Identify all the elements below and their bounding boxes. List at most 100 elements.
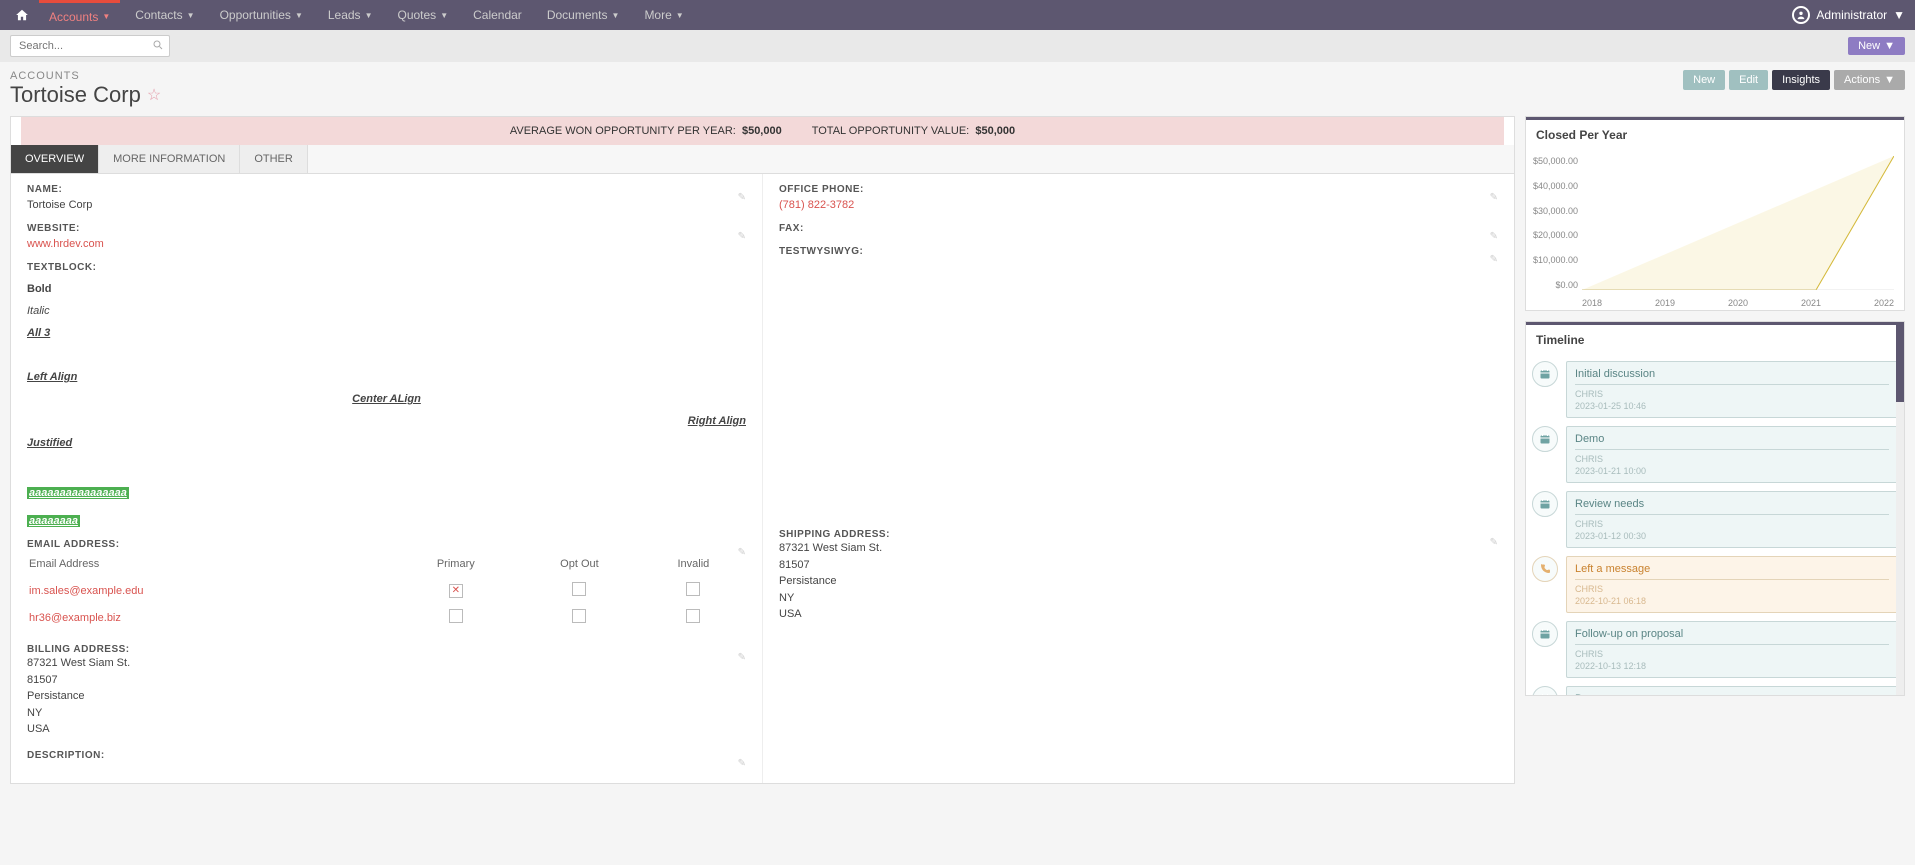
caret-down-icon: ▼ bbox=[102, 12, 110, 21]
email-row: hr36@example.biz bbox=[29, 605, 744, 630]
calendar-icon bbox=[1532, 426, 1558, 452]
address-line: 87321 West Siam St. bbox=[27, 655, 746, 672]
x-tick-label: 2019 bbox=[1655, 298, 1675, 308]
edit-pencil-icon[interactable]: ✎ bbox=[1490, 192, 1498, 203]
edit-pencil-icon[interactable]: ✎ bbox=[1490, 254, 1498, 265]
timeline-date: 2023-01-21 10:00 bbox=[1575, 466, 1889, 476]
caret-down-icon: ▼ bbox=[1884, 40, 1895, 52]
tab-other[interactable]: OTHER bbox=[240, 145, 308, 173]
tab-overview[interactable]: OVERVIEW bbox=[11, 145, 99, 173]
x-tick-label: 2022 bbox=[1874, 298, 1894, 308]
edit-pencil-icon[interactable]: ✎ bbox=[738, 652, 746, 663]
optout-checkbox[interactable] bbox=[572, 609, 586, 623]
address-line: USA bbox=[27, 721, 746, 738]
timeline-user: CHRIS bbox=[1575, 584, 1889, 594]
timeline-item[interactable]: Follow-up on proposal CHRIS 2022-10-13 12:… bbox=[1532, 621, 1898, 678]
email-row: im.sales@example.edu ✕ bbox=[29, 578, 744, 603]
invalid-checkbox[interactable] bbox=[686, 582, 700, 596]
nav-quotes[interactable]: Quotes▼ bbox=[387, 0, 458, 30]
tab-more-information[interactable]: MORE INFORMATION bbox=[99, 145, 240, 173]
website-link[interactable]: www.hrdev.com bbox=[27, 238, 104, 250]
optout-checkbox[interactable] bbox=[572, 582, 586, 596]
user-icon bbox=[1792, 6, 1810, 24]
caret-down-icon: ▼ bbox=[1893, 8, 1905, 22]
panel-closed-per-year: Closed Per Year $50,000.00$40,000.00$30,… bbox=[1525, 116, 1905, 311]
edit-pencil-icon[interactable]: ✎ bbox=[738, 192, 746, 203]
x-tick-label: 2018 bbox=[1582, 298, 1602, 308]
favorite-star-icon[interactable]: ☆ bbox=[147, 85, 161, 105]
timeline-user: CHRIS bbox=[1575, 389, 1889, 399]
caret-down-icon: ▼ bbox=[187, 11, 195, 20]
field-office-phone: OFFICE PHONE: (781) 822-3782 ✎ bbox=[779, 184, 1498, 211]
timeline-item[interactable]: DemoCHRIS2022-04-15 16:16 bbox=[1532, 686, 1898, 695]
edit-pencil-icon[interactable]: ✎ bbox=[738, 547, 746, 558]
timeline-item[interactable]: DemoCHRIS2023-01-21 10:00 bbox=[1532, 426, 1898, 483]
edit-pencil-icon[interactable]: ✎ bbox=[738, 758, 746, 769]
field-description: DESCRIPTION: ✎ bbox=[27, 750, 746, 761]
address-line: USA bbox=[779, 606, 1498, 623]
kpi-avg-won: $50,000 bbox=[742, 125, 782, 137]
address-line: NY bbox=[27, 705, 746, 722]
timeline-title: Follow-up on proposal bbox=[1575, 628, 1889, 640]
new-button-top[interactable]: New▼ bbox=[1848, 37, 1905, 55]
timeline-user: CHRIS bbox=[1575, 649, 1889, 659]
primary-checkbox[interactable]: ✕ bbox=[449, 584, 463, 598]
caret-down-icon: ▼ bbox=[295, 11, 303, 20]
user-menu[interactable]: Administrator ▼ bbox=[1792, 6, 1905, 24]
edit-pencil-icon[interactable]: ✎ bbox=[738, 231, 746, 242]
timeline-item[interactable]: Review needsCHRIS2023-01-12 00:30 bbox=[1532, 491, 1898, 548]
phone-link[interactable]: (781) 822-3782 bbox=[779, 199, 854, 211]
edit-pencil-icon[interactable]: ✎ bbox=[1490, 231, 1498, 242]
field-fax: FAX: ✎ bbox=[779, 223, 1498, 234]
field-textblock: TEXTBLOCK: Bold Italic All 3 Left Align … bbox=[27, 262, 746, 527]
search-box bbox=[10, 35, 170, 57]
edit-button[interactable]: Edit bbox=[1729, 70, 1768, 90]
field-email-address: EMAIL ADDRESS: ✎ Email Address Primary O… bbox=[27, 539, 746, 632]
breadcrumb: ACCOUNTS bbox=[10, 70, 161, 82]
field-website: WEBSITE: www.hrdev.com ✎ bbox=[27, 223, 746, 250]
edit-pencil-icon[interactable]: ✎ bbox=[1490, 537, 1498, 548]
caret-down-icon: ▼ bbox=[365, 11, 373, 20]
search-input[interactable] bbox=[10, 35, 170, 57]
timeline-user: CHRIS bbox=[1575, 454, 1889, 464]
timeline-date: 2022-10-21 06:18 bbox=[1575, 596, 1889, 606]
nav-accounts[interactable]: Accounts▼ bbox=[39, 0, 120, 30]
actions-button[interactable]: Actions▼ bbox=[1834, 70, 1905, 90]
new-button[interactable]: New bbox=[1683, 70, 1725, 90]
timeline-item[interactable]: Initial discussionCHRIS2023-01-25 10:46 bbox=[1532, 361, 1898, 418]
nav-contacts[interactable]: Contacts▼ bbox=[125, 0, 204, 30]
timeline-scrollbar[interactable] bbox=[1896, 322, 1904, 695]
timeline-date: 2022-10-13 12:18 bbox=[1575, 661, 1889, 671]
y-tick-label: $50,000.00 bbox=[1530, 156, 1578, 166]
address-line: NY bbox=[779, 590, 1498, 607]
insights-button[interactable]: Insights bbox=[1772, 70, 1830, 90]
caret-down-icon: ▼ bbox=[440, 11, 448, 20]
search-icon[interactable] bbox=[152, 39, 164, 54]
address-line: Persistance bbox=[779, 573, 1498, 590]
y-tick-label: $30,000.00 bbox=[1530, 206, 1578, 216]
nav-opportunities[interactable]: Opportunities▼ bbox=[210, 0, 313, 30]
address-line: 81507 bbox=[27, 672, 746, 689]
nav-documents[interactable]: Documents▼ bbox=[537, 0, 630, 30]
primary-checkbox[interactable] bbox=[449, 609, 463, 623]
field-testwysiwyg: TESTWYSIWYG: ✎ bbox=[779, 246, 1498, 257]
timeline-title: Left a message bbox=[1575, 563, 1889, 575]
nav-leads[interactable]: Leads▼ bbox=[318, 0, 383, 30]
email-link[interactable]: hr36@example.biz bbox=[29, 612, 121, 624]
invalid-checkbox[interactable] bbox=[686, 609, 700, 623]
nav-calendar[interactable]: Calendar bbox=[463, 0, 532, 30]
x-tick-label: 2021 bbox=[1801, 298, 1821, 308]
field-billing-address: BILLING ADDRESS: ✎ 87321 West Siam St.81… bbox=[27, 644, 746, 738]
y-tick-label: $40,000.00 bbox=[1530, 181, 1578, 191]
calendar-icon bbox=[1532, 361, 1558, 387]
page-title: Tortoise Corp bbox=[10, 82, 141, 108]
timeline-scroll-thumb[interactable] bbox=[1896, 322, 1904, 402]
address-line: Persistance bbox=[27, 688, 746, 705]
email-link[interactable]: im.sales@example.edu bbox=[29, 585, 144, 597]
home-icon[interactable] bbox=[10, 8, 34, 22]
timeline-title: Review needs bbox=[1575, 498, 1889, 510]
timeline-item[interactable]: Left a message CHRIS 2022-10-21 06:18 bbox=[1532, 556, 1898, 613]
nav-more[interactable]: More▼ bbox=[634, 0, 693, 30]
caret-down-icon: ▼ bbox=[612, 11, 620, 20]
field-name: NAME: Tortoise Corp ✎ bbox=[27, 184, 746, 211]
